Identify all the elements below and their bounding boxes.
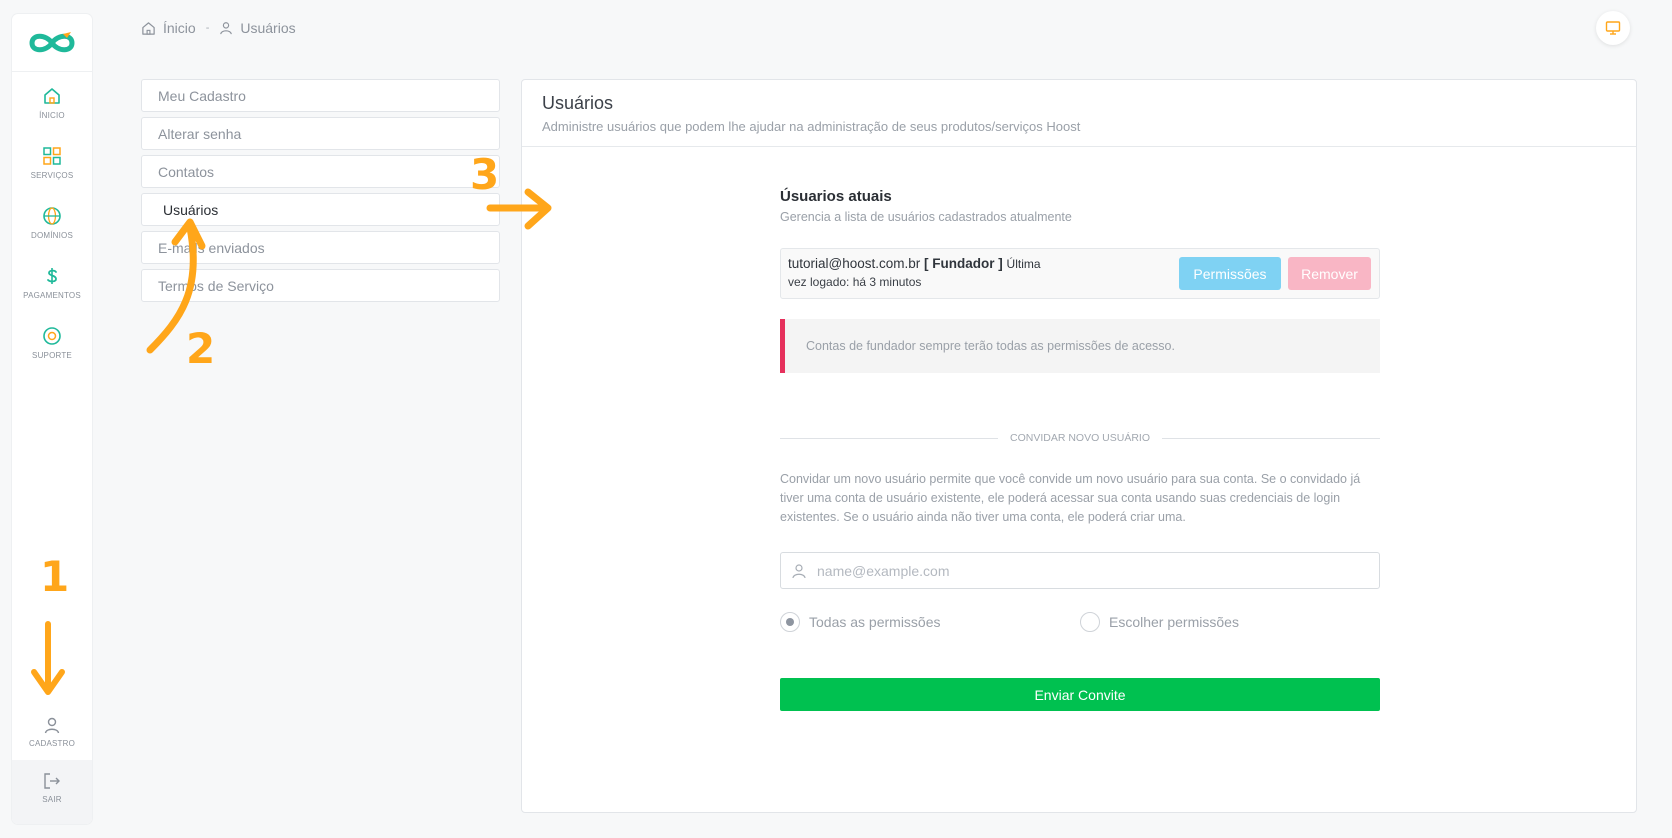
home-icon [142,21,155,35]
radio-choose-permissions-dot[interactable] [1080,612,1100,632]
sidebar-item-pagamentos[interactable]: PAGAMENTOS [12,266,92,300]
user-icon [792,563,806,578]
card-content: Úsuarios atuais Gerencia a lista de usuá… [780,188,1380,711]
sidebar-item-sair[interactable]: SAIR [12,760,92,824]
sidebar-item-cadastro[interactable]: CADASTRO [12,716,92,748]
permission-options: Todas as permissões Escolher permissões [780,611,1380,633]
breadcrumb-separator: - [205,22,210,34]
invite-description: Convidar um novo usuário permite que voc… [780,472,1361,524]
invite-divider: CONVIDAR NOVO USUÁRIO [780,431,1380,445]
breadcrumb-current-label: Usuários [240,20,296,36]
breadcrumb-home[interactable]: Ínicio [141,20,196,36]
sidebar-item-label: SUPORTE [32,351,72,360]
invite-divider-label: CONVIDAR NOVO USUÁRIO [997,432,1163,444]
radio-choose-permissions[interactable]: Escolher permissões [1080,611,1380,633]
sidebar-item-label: PAGAMENTOS [23,291,81,300]
sidebar-item-dominios[interactable]: DOMÍNIOS [12,206,92,240]
sidebar-item-servicos[interactable]: SERVIÇOS [12,146,92,180]
founder-notice: Contas de fundador sempre terão todas as… [780,319,1380,373]
menu-item-usuarios[interactable]: Usuários [141,193,500,226]
permissions-button[interactable]: Permissões [1179,257,1281,290]
page-subtitle: Administre usuários que podem lhe ajudar… [542,119,1081,134]
services-grid-icon [43,147,61,165]
menu-item-meu-cadastro[interactable]: Meu Cadastro [141,79,500,112]
hoost-logo[interactable] [12,14,92,72]
current-users-subtitle: Gerencia a lista de usuários cadastrados… [780,210,1072,224]
sidebar-item-label: SERVIÇOS [30,171,74,180]
radio-all-permissions[interactable]: Todas as permissões [780,611,1080,633]
logout-icon [44,773,60,789]
monitor-button[interactable] [1596,11,1630,45]
home-icon [44,88,60,104]
settings-menu: Meu Cadastro Alterar senha Contatos Usuá… [141,79,500,307]
menu-item-contatos[interactable]: Contatos [141,155,500,188]
monitor-icon [1605,21,1621,35]
radio-all-permissions-label: Todas as permissões [809,614,941,630]
sidebar-item-label: DOMÍNIOS [30,231,74,240]
sidebar-item-label: SAIR [42,795,62,804]
breadcrumb-home-label: Ínicio [163,20,196,36]
user-row: tutorial@hoost.com.br [ Fundador ] Últim… [780,248,1380,299]
annotation-number-3: 3 [470,150,500,199]
breadcrumb-current: Usuários [219,20,296,36]
email-input[interactable] [817,562,1379,579]
current-users-title: Úsuarios atuais [780,188,892,205]
email-field [780,552,1380,589]
user-icon [44,717,60,734]
radio-all-permissions-dot[interactable] [780,612,800,632]
sidebar-item-inicio[interactable]: ÍNICIO [12,86,92,120]
dollar-icon [47,268,57,284]
user-icon [220,22,233,35]
menu-item-termos-de-servico[interactable]: Termos de Serviço [141,269,500,302]
user-email: tutorial@hoost.com.br [788,256,921,271]
founder-notice-text: Contas de fundador sempre terão todas as… [806,339,1175,353]
sidebar: ÍNICIO SERVIÇOS DOMÍNIOS PAGAMENTOS SUPO… [12,14,92,824]
sidebar-item-suporte[interactable]: SUPORTE [12,326,92,360]
user-last-login-prefix: Última [1006,257,1041,271]
sidebar-item-label: ÍNICIO [39,111,65,120]
annotation-number-1: 1 [40,552,70,601]
card-header: Usuários Administre usuários que podem l… [522,80,1636,147]
globe-icon [43,207,61,225]
page-title: Usuários [542,93,614,113]
menu-item-alterar-senha[interactable]: Alterar senha [141,117,500,150]
annotation-number-2: 2 [186,324,216,373]
infinity-logo-icon [29,31,75,52]
users-card: Usuários Administre usuários que podem l… [521,79,1637,813]
radio-choose-permissions-label: Escolher permissões [1109,614,1239,630]
menu-item-emails-enviados[interactable]: E-mails enviados [141,231,500,264]
send-invite-button[interactable]: Enviar Convite [780,678,1380,711]
remove-button[interactable]: Remover [1288,257,1371,290]
sidebar-item-label: CADASTRO [28,739,76,748]
lifebuoy-icon [43,327,61,345]
breadcrumb: Ínicio - Usuários [141,18,296,38]
user-role-badge: [ Fundador ] [924,256,1003,271]
